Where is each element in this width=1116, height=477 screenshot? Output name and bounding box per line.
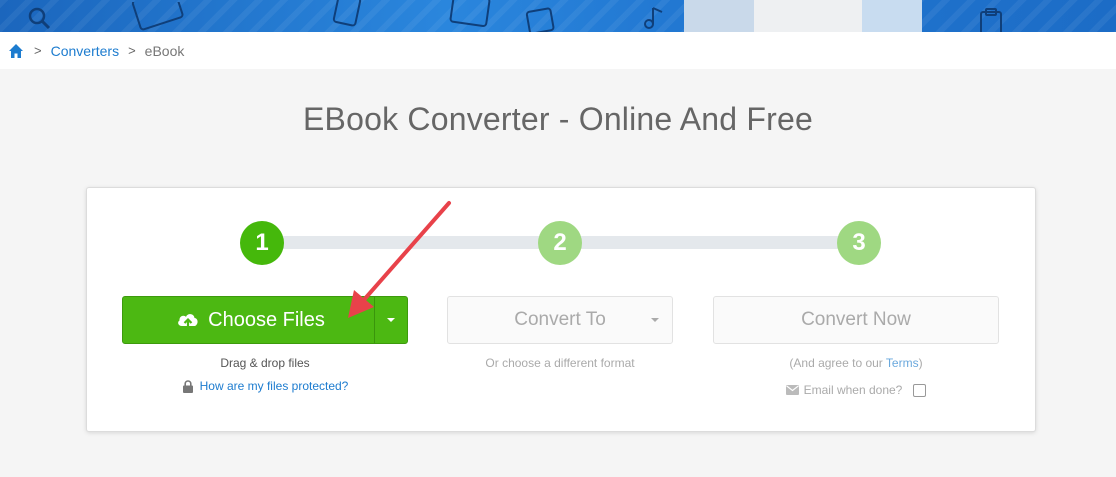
music-note-icon (644, 7, 663, 29)
terms-hint: (And agree to our Terms) (713, 356, 999, 370)
choose-files-label: Choose Files (208, 308, 325, 331)
choose-files-button-group: Choose Files (122, 296, 408, 344)
choose-files-dropdown-toggle[interactable] (374, 297, 407, 343)
step-3-badge: 3 (837, 221, 881, 265)
clipboard-icon (980, 8, 1002, 32)
film-icon (449, 0, 491, 27)
email-when-done-label: Email when done? (803, 383, 903, 397)
home-icon[interactable] (8, 43, 24, 59)
files-protected-row: How are my files protected? (122, 379, 408, 393)
converter-card: 1 2 3 Choose Files Convert To Convert No… (86, 187, 1036, 432)
cloud-upload-icon (178, 314, 198, 329)
chevron-down-icon (387, 318, 395, 322)
format-hint: Or choose a different format (485, 356, 635, 370)
convert-to-select[interactable]: Convert To (447, 296, 673, 344)
breadcrumb-converters-link[interactable]: Converters (51, 43, 119, 59)
chevron-down-icon (651, 318, 659, 322)
lock-icon (182, 379, 193, 393)
photo-icon (332, 0, 362, 27)
email-when-done-row: Email when done? (713, 383, 999, 397)
terms-suffix: ) (918, 356, 923, 370)
breadcrumb-separator: > (128, 43, 136, 58)
step-1-badge: 1 (240, 221, 284, 265)
convert-to-label: Convert To (514, 309, 606, 330)
terms-prefix: (And agree to our (789, 356, 886, 370)
drag-drop-hint: Drag & drop files (220, 356, 310, 370)
choose-files-button[interactable]: Choose Files (123, 297, 374, 343)
envelope-icon (785, 385, 799, 395)
breadcrumb: > Converters > eBook (0, 32, 1116, 69)
convert-now-button[interactable]: Convert Now (713, 296, 999, 344)
document-icon (131, 2, 184, 31)
email-when-done-checkbox[interactable] (913, 383, 927, 397)
magnifier-icon (28, 7, 51, 30)
files-protected-link[interactable]: How are my files protected? (200, 379, 349, 393)
breadcrumb-separator: > (34, 43, 42, 58)
step-2-badge: 2 (538, 221, 582, 265)
terms-link[interactable]: Terms (886, 356, 919, 370)
page-title: EBook Converter - Online And Free (303, 101, 813, 137)
breadcrumb-current: eBook (144, 42, 185, 59)
convert-now-label: Convert Now (801, 309, 911, 330)
image-icon (525, 7, 555, 32)
header-banner (0, 0, 1116, 32)
